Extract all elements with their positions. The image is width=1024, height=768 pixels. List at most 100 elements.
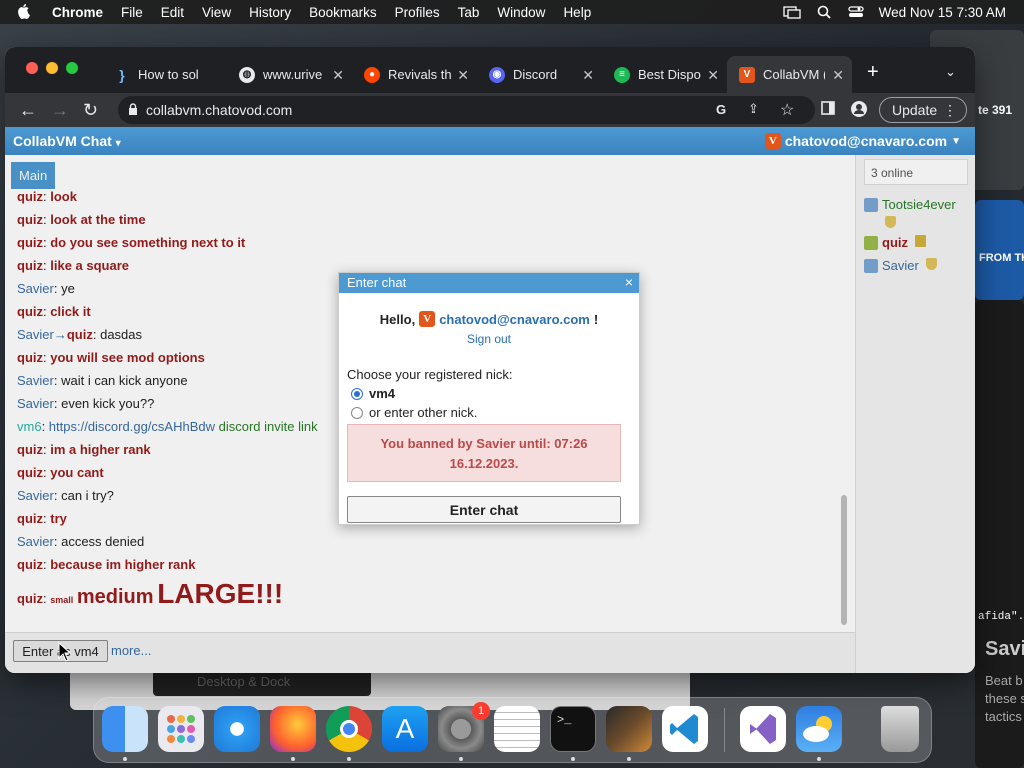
greeting-exclaim: ! (593, 311, 599, 327)
tab-urive[interactable]: ◍ www.urive ✕ (227, 56, 352, 93)
vscode-icon[interactable] (662, 706, 708, 752)
share-icon[interactable]: ⇪ (748, 101, 759, 117)
update-button[interactable]: Update ⋮ (879, 97, 967, 123)
firefox-icon[interactable] (270, 706, 316, 752)
dialog-title: Enter chat (347, 275, 407, 290)
update-label: Update (892, 102, 938, 118)
other-nick-label: or enter other nick. (369, 405, 478, 420)
appstore-icon[interactable]: A (382, 706, 428, 752)
ban-alert: You banned by Savier until: 07:26 16.12.… (347, 424, 621, 482)
chat-brand[interactable]: CollabVM Chat ▾ (13, 133, 121, 149)
tab-discord[interactable]: ◉ Discord ✕ (477, 56, 602, 93)
dock: A 1 >_ (93, 697, 932, 763)
tab-how-to-solve[interactable]: } How to sol (102, 56, 227, 93)
reload-icon[interactable]: ↻ (83, 100, 98, 121)
bookmark-star-icon[interactable]: ☆ (780, 100, 794, 120)
tab-close-icon[interactable]: ✕ (832, 67, 844, 84)
choose-nick-label: Choose your registered nick: (347, 367, 513, 382)
collabvm-icon: V (764, 133, 781, 149)
radio-unselected[interactable] (351, 406, 363, 419)
tab-label: How to sol (138, 67, 199, 82)
tab-label: Best Dispo (638, 67, 701, 82)
tab-label: Discord (513, 67, 558, 82)
tab-search-chevron-icon[interactable]: ⌄ (945, 64, 956, 80)
apple-icon[interactable] (18, 4, 34, 20)
browser-toolbar: ← → ↻ collabvm.chatovod.com G ⇪ ☆ Update… (5, 93, 975, 127)
tab-close-icon[interactable]: ✕ (707, 67, 719, 84)
side-panel-icon[interactable] (821, 101, 839, 119)
menu-window[interactable]: Window (497, 5, 545, 20)
tab-close-icon[interactable]: ✕ (332, 67, 344, 84)
chat-brand-label: CollabVM Chat (13, 133, 112, 149)
weather-icon[interactable] (796, 706, 842, 752)
menu-profiles[interactable]: Profiles (395, 5, 440, 20)
menu-bar: Chrome File Edit View History Bookmarks … (0, 0, 1024, 24)
nick-option-other[interactable]: or enter other nick. (351, 405, 639, 420)
menu-tab[interactable]: Tab (458, 5, 480, 20)
enter-chat-button[interactable]: Enter chat (347, 496, 621, 523)
zoom-window-button[interactable] (66, 62, 78, 74)
menu-help[interactable]: Help (563, 5, 591, 20)
reddit-icon: ● (364, 66, 380, 83)
tab-close-icon[interactable]: ✕ (457, 67, 469, 84)
safari-icon[interactable] (214, 706, 260, 752)
user-menu[interactable]: V chatovod@cnavaro.com ▼ (764, 133, 961, 149)
profile-avatar-icon[interactable] (851, 101, 869, 119)
minimize-window-button[interactable] (46, 62, 58, 74)
lock-icon (128, 103, 138, 119)
close-window-button[interactable] (26, 62, 38, 74)
visualstudio-icon[interactable] (740, 706, 786, 752)
collabvm-icon: V (419, 311, 436, 327)
tab-label: www.urive (263, 67, 323, 82)
collabvm-icon: V (739, 66, 755, 83)
running-indicator (571, 757, 575, 761)
tab-close-icon[interactable]: ✕ (582, 67, 594, 84)
background-banner: FROM TH (975, 200, 1024, 300)
running-indicator (347, 757, 351, 761)
launchpad-icon[interactable] (158, 706, 204, 752)
trash-icon[interactable] (881, 706, 919, 752)
menu-view[interactable]: View (202, 5, 231, 20)
forward-arrow-icon[interactable]: → (51, 100, 69, 121)
finder-icon[interactable] (102, 706, 148, 752)
screen-mirroring-icon[interactable] (783, 5, 801, 19)
google-lens-icon[interactable]: G (716, 102, 726, 117)
new-tab-plus-icon[interactable]: + (867, 61, 879, 84)
garageband-icon[interactable] (606, 706, 652, 752)
running-indicator (817, 757, 821, 761)
tab-collabvm[interactable]: V CollabVM ( ✕ (727, 56, 852, 93)
discord-icon: ◉ (489, 66, 505, 83)
greeting-email[interactable]: chatovod@cnavaro.com (439, 312, 590, 327)
menu-edit[interactable]: Edit (161, 5, 184, 20)
control-center-icon[interactable] (847, 5, 865, 19)
running-indicator (123, 757, 127, 761)
close-icon[interactable]: × (625, 274, 633, 290)
tab-best-dispo[interactable]: ≡ Best Dispo ✕ (602, 56, 727, 93)
notification-badge: 1 (472, 702, 490, 720)
more-vertical-icon[interactable]: ⋮ (943, 102, 957, 119)
tab-revivals[interactable]: ● Revivals th ✕ (352, 56, 477, 93)
dialog-header: Enter chat × (339, 273, 639, 293)
background-banner-text: FROM TH (979, 252, 1024, 264)
background-number: te 391 (978, 103, 1013, 117)
spotlight-search-icon[interactable] (815, 5, 833, 19)
dialog-greeting: Hello, V chatovod@cnavaro.com! (339, 311, 639, 327)
sign-out-link[interactable]: Sign out (339, 332, 639, 346)
settings-icon[interactable]: 1 (438, 702, 490, 752)
menubar-clock[interactable]: Wed Nov 15 7:30 AM (879, 5, 1006, 20)
address-bar[interactable]: collabvm.chatovod.com G ⇪ ☆ (118, 96, 815, 124)
chrome-icon[interactable] (326, 706, 372, 752)
globe-icon: ◍ (239, 66, 255, 83)
menu-app-name[interactable]: Chrome (52, 5, 103, 20)
menu-bookmarks[interactable]: Bookmarks (309, 5, 377, 20)
bracket-icon: } (114, 66, 130, 83)
background-line-2: these s (985, 691, 1024, 706)
radio-selected[interactable] (351, 387, 363, 400)
back-arrow-icon[interactable]: ← (19, 100, 37, 121)
textedit-icon[interactable] (494, 706, 540, 752)
nick-option-registered[interactable]: vm4 (351, 386, 639, 401)
terminal-icon[interactable]: >_ (550, 706, 596, 752)
menu-history[interactable]: History (249, 5, 291, 20)
menu-file[interactable]: File (121, 5, 143, 20)
background-code: afida". (978, 611, 1024, 623)
